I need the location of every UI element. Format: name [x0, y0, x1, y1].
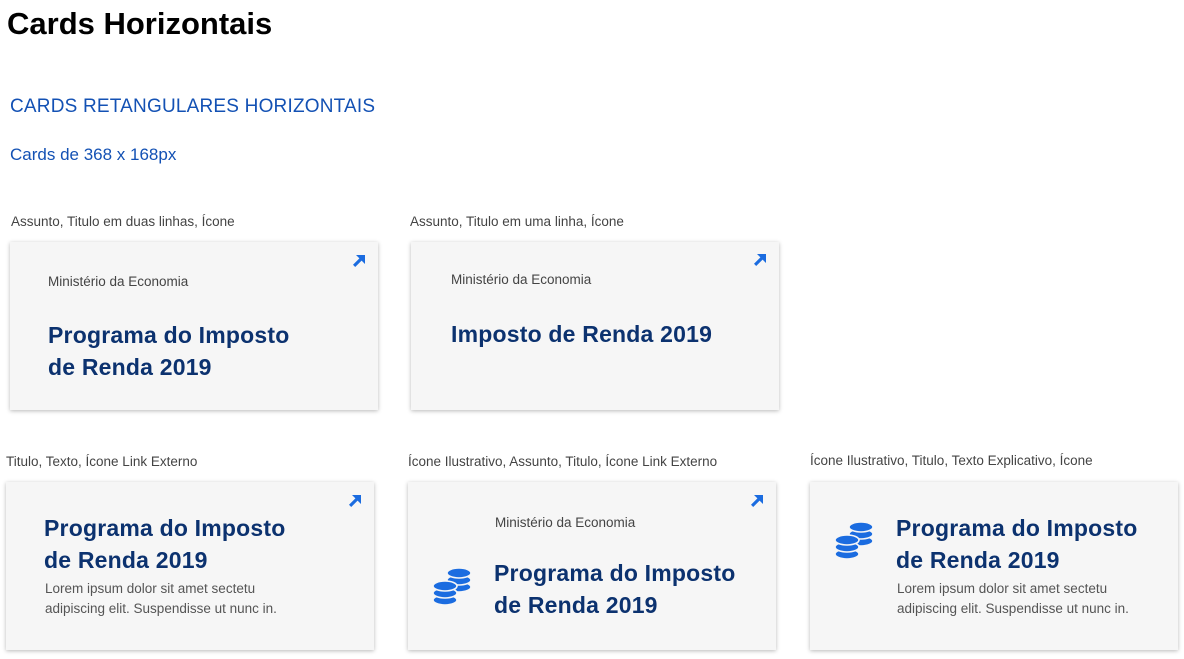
- card-title-line: Programa do Imposto: [494, 560, 736, 586]
- card-title-line: Programa do Imposto: [44, 515, 286, 541]
- external-link-arrow-icon[interactable]: [348, 494, 362, 508]
- card-title-line: Programa do Imposto: [48, 322, 290, 348]
- card-title[interactable]: Imposto de Renda 2019: [451, 318, 712, 350]
- card-title-line: Programa do Imposto: [896, 515, 1138, 541]
- card-horizontal[interactable]: Ministério da Economia Programa do Impos…: [408, 482, 776, 650]
- card-text-line: adipiscing elit. Suspendisse ut nunc in.: [45, 601, 277, 616]
- card-text-line: adipiscing elit. Suspendisse ut nunc in.: [897, 601, 1129, 616]
- card-text: Lorem ipsum dolor sit amet sectetu adipi…: [45, 579, 277, 619]
- card-caption: Assunto, Titulo em duas linhas, Ícone: [11, 214, 235, 229]
- external-link-arrow-icon[interactable]: [352, 254, 366, 268]
- card-title-line: Imposto de Renda 2019: [451, 321, 713, 347]
- card-horizontal[interactable]: Programa do Imposto de Renda 2019 Lorem …: [6, 482, 374, 650]
- card-title-line: de Renda 2019: [896, 547, 1060, 573]
- card-horizontal[interactable]: Ministério da Economia Programa do Impos…: [10, 242, 378, 410]
- card-subject: Ministério da Economia: [495, 515, 636, 530]
- card-subject: Ministério da Economia: [48, 274, 189, 289]
- card-horizontal[interactable]: Programa do Imposto de Renda 2019 Lorem …: [810, 482, 1178, 650]
- card-text: Lorem ipsum dolor sit amet sectetu adipi…: [897, 579, 1129, 619]
- card-title[interactable]: Programa do Imposto de Renda 2019: [896, 512, 1138, 576]
- card-text-line: Lorem ipsum dolor sit amet sectetu: [897, 581, 1108, 596]
- card-text-line: Lorem ipsum dolor sit amet sectetu: [45, 581, 256, 596]
- card-caption: Titulo, Texto, Ícone Link Externo: [6, 454, 198, 469]
- card-caption: Ícone Ilustrativo, Assunto, Titulo, Ícon…: [408, 454, 718, 469]
- card-title-line: de Renda 2019: [44, 547, 208, 573]
- external-link-arrow-icon[interactable]: [753, 253, 767, 267]
- card-title-line: de Renda 2019: [48, 354, 212, 380]
- card-subject: Ministério da Economia: [451, 272, 592, 287]
- card-caption: Assunto, Titulo em uma linha, Ícone: [410, 214, 624, 229]
- coins-icon: [431, 564, 473, 606]
- coins-icon: [833, 518, 875, 560]
- page-title: Cards Horizontais: [7, 6, 273, 41]
- card-title[interactable]: Programa do Imposto de Renda 2019: [44, 512, 286, 576]
- card-title-line: de Renda 2019: [494, 592, 658, 618]
- section-subtitle: Cards de 368 x 168px: [10, 145, 177, 164]
- card-title[interactable]: Programa do Imposto de Renda 2019: [48, 319, 290, 383]
- card-caption: Ícone Ilustrativo, Titulo, Texto Explica…: [810, 453, 1093, 468]
- card-horizontal[interactable]: Ministério da Economia Imposto de Renda …: [411, 242, 779, 410]
- section-title: CARDS RETANGULARES HORIZONTAIS: [10, 96, 376, 117]
- external-link-arrow-icon[interactable]: [750, 494, 764, 508]
- card-title[interactable]: Programa do Imposto de Renda 2019: [494, 557, 736, 621]
